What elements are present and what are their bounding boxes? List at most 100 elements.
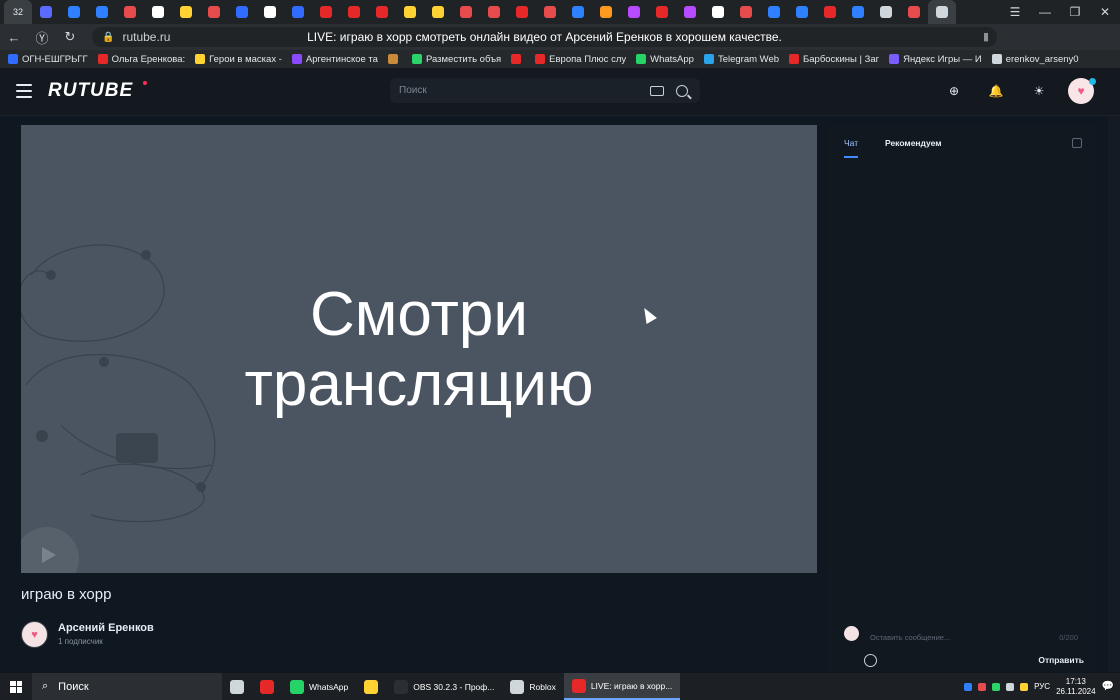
- tray-icon[interactable]: [1020, 682, 1029, 691]
- notification-icon[interactable]: 🔔: [987, 82, 1005, 100]
- browser-tab-icon[interactable]: [536, 0, 564, 24]
- language-indicator[interactable]: РУС: [1034, 682, 1050, 691]
- browser-tab-icon[interactable]: [60, 0, 88, 24]
- browser-tab-strip: 32: [0, 0, 1120, 24]
- search-input[interactable]: Поиск: [399, 85, 650, 96]
- send-button[interactable]: Отправить: [1038, 655, 1084, 665]
- browser-tab-icon[interactable]: [564, 0, 592, 24]
- search-bar[interactable]: Поиск: [390, 78, 700, 103]
- bookmark-item[interactable]: Разместить объя: [411, 54, 501, 65]
- browser-tab-icon[interactable]: [452, 0, 480, 24]
- taskbar-app[interactable]: [222, 673, 252, 700]
- browser-tab-icon[interactable]: [256, 0, 284, 24]
- taskbar-search-label: Поиск: [58, 680, 89, 693]
- theme-icon[interactable]: ☀: [1030, 82, 1048, 100]
- tray-icon[interactable]: [992, 682, 1001, 691]
- tray-icon[interactable]: [964, 682, 973, 691]
- notifications-icon[interactable]: 💬: [1102, 681, 1114, 692]
- bookmark-favicon-icon: [703, 54, 714, 64]
- browser-tab-icon[interactable]: [368, 0, 396, 24]
- taskbar-app[interactable]: OBS 30.2.3 - Проф...: [386, 673, 502, 700]
- search-icon[interactable]: [676, 84, 688, 97]
- lock-icon: 🔒: [102, 31, 115, 43]
- bookmark-item[interactable]: erenkov_arseny0: [991, 54, 1079, 65]
- keyboard-icon[interactable]: [650, 85, 664, 96]
- browser-tab-icon[interactable]: [732, 0, 760, 24]
- browser-tab-icon[interactable]: [704, 0, 732, 24]
- browser-tab-icon[interactable]: [284, 0, 312, 24]
- bookmark-item[interactable]: Герои в масках -: [195, 54, 282, 65]
- rutube-logo[interactable]: RUTUBE: [48, 80, 133, 102]
- tab-recommend[interactable]: Рекомендуем: [885, 138, 942, 148]
- channel-avatar[interactable]: ♥: [21, 621, 48, 648]
- browser-tab-icon[interactable]: [424, 0, 452, 24]
- menu-icon[interactable]: [16, 84, 32, 98]
- start-icon[interactable]: [0, 673, 32, 700]
- browser-tab-icon[interactable]: [228, 0, 256, 24]
- bookmark-favicon-icon: [889, 54, 900, 64]
- emoji-icon[interactable]: [864, 654, 877, 667]
- tab-counter[interactable]: 32: [4, 0, 32, 24]
- browser-tab-icon[interactable]: [144, 0, 172, 24]
- bookmark-item[interactable]: Европа Плюс слу: [535, 54, 626, 65]
- browser-tab-icon[interactable]: [32, 0, 60, 24]
- chat-message-input[interactable]: Оставить сообщение...: [870, 633, 950, 642]
- bookmark-item[interactable]: Яндекс Игры — И: [889, 54, 982, 65]
- url-field[interactable]: 🔒 rutube.ru LIVE: играю в хорр смотреть …: [92, 27, 997, 47]
- browser-tab-icon[interactable]: [788, 0, 816, 24]
- bookmark-item[interactable]: WhatsApp: [636, 54, 694, 65]
- upload-icon[interactable]: ⊕: [945, 82, 963, 100]
- browser-tab-icon[interactable]: [844, 0, 872, 24]
- browser-tab-icon[interactable]: [760, 0, 788, 24]
- browser-tab-icon[interactable]: [648, 0, 676, 24]
- bookmark-item[interactable]: [387, 54, 402, 64]
- reload-icon[interactable]: ↻: [56, 24, 84, 50]
- char-counter: 0/200: [1059, 633, 1078, 642]
- taskbar-app[interactable]: WhatsApp: [282, 673, 356, 700]
- bookmark-icon[interactable]: ▮: [983, 30, 989, 43]
- yandex-icon[interactable]: Ⓨ: [28, 24, 56, 50]
- browser-tab-icon[interactable]: [872, 0, 900, 24]
- taskbar-app[interactable]: [252, 673, 282, 700]
- taskbar-app[interactable]: [356, 673, 386, 700]
- video-player[interactable]: Смотри трансляцию: [21, 125, 817, 573]
- browser-tab-icon[interactable]: [676, 0, 704, 24]
- browser-tab-icon[interactable]: [312, 0, 340, 24]
- browser-tab-icon[interactable]: [480, 0, 508, 24]
- channel-name[interactable]: Арсений Еренков: [58, 622, 154, 634]
- browser-tab-icon[interactable]: [620, 0, 648, 24]
- taskbar-app[interactable]: LIVE: играю в хорр...: [563, 673, 681, 700]
- browser-tab-icon[interactable]: [592, 0, 620, 24]
- browser-tab-icon[interactable]: [200, 0, 228, 24]
- page-scrollbar[interactable]: [1108, 116, 1120, 672]
- taskbar-search[interactable]: ⌕ Поиск: [32, 673, 222, 700]
- browser-tab-icon[interactable]: [928, 0, 956, 24]
- browser-tab-icon[interactable]: [88, 0, 116, 24]
- bookmark-item[interactable]: ОГН-ЕШГРЬГГ: [8, 54, 88, 65]
- browser-tab-icon[interactable]: [340, 0, 368, 24]
- popout-icon[interactable]: [1072, 138, 1082, 148]
- bookmark-item[interactable]: Аргентинское та: [291, 54, 378, 65]
- tab-chat[interactable]: Чат: [844, 138, 858, 148]
- bookmark-item[interactable]: Ольга Еренкова:: [97, 54, 185, 65]
- close-icon[interactable]: ✕: [1090, 0, 1120, 24]
- tray-icon[interactable]: [1006, 682, 1015, 691]
- bookmark-item[interactable]: Telegram Web: [703, 54, 779, 65]
- browser-tab-icon[interactable]: [508, 0, 536, 24]
- clock[interactable]: 17:13 26.11.2024: [1056, 677, 1095, 697]
- bookmark-label: ОГН-ЕШГРЬГГ: [22, 53, 88, 65]
- browser-tab-icon[interactable]: [116, 0, 144, 24]
- browser-tab-icon[interactable]: [396, 0, 424, 24]
- bookmark-item[interactable]: [511, 54, 525, 64]
- minimize-icon[interactable]: —: [1030, 0, 1060, 24]
- user-avatar[interactable]: ♥: [1068, 78, 1096, 104]
- back-icon[interactable]: ←: [0, 24, 28, 50]
- restore-icon[interactable]: ❐: [1060, 0, 1090, 24]
- tray-icon[interactable]: [978, 682, 987, 691]
- browser-menu-icon[interactable]: ☰: [1000, 0, 1030, 24]
- browser-tab-icon[interactable]: [900, 0, 928, 24]
- taskbar-app[interactable]: Roblox: [502, 673, 563, 700]
- browser-tab-icon[interactable]: [816, 0, 844, 24]
- bookmark-item[interactable]: Барбоскины | Заг: [789, 54, 879, 65]
- browser-tab-icon[interactable]: [172, 0, 200, 24]
